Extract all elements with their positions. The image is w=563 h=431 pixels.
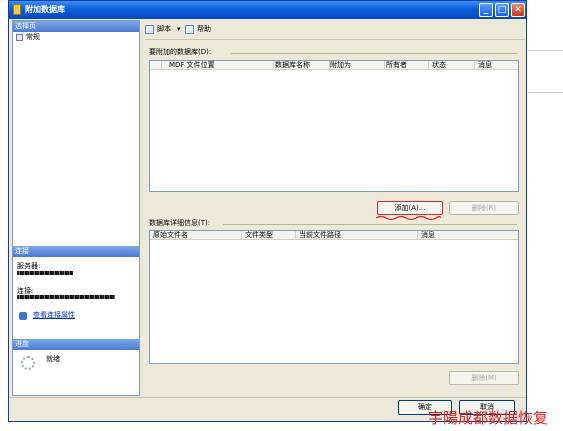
connection-value-redacted [17, 295, 115, 299]
remove-file-button[interactable]: 删除(M) [449, 371, 519, 385]
column-owner[interactable]: 所有者 [383, 61, 429, 70]
view-connection-properties-link[interactable]: 查看连接属性 [33, 311, 75, 320]
toolbar-separator [145, 39, 525, 40]
red-underline-annotation [375, 215, 441, 221]
left-pane: 选择页 常规 连接 服务器: 连接: 查看连接属性 进度 就绪 [12, 20, 140, 396]
script-icon [145, 25, 154, 34]
window-title: 附加数据库 [25, 5, 65, 14]
minimize-button[interactable]: _ [479, 3, 493, 17]
database-details-label: 数据库详细信息(T): [149, 219, 211, 227]
maximize-button[interactable]: □ [495, 3, 509, 17]
select-page-header: 选择页 [13, 21, 139, 32]
toolbar: 脚本 ▾ 帮助 [145, 23, 235, 37]
script-button[interactable]: 脚本 [157, 25, 171, 34]
server-value-redacted [17, 271, 73, 275]
attach-grid-header: MDF 文件位置 数据库名称 附加为 所有者 状态 消息 [150, 61, 518, 70]
background-edge-line [528, 92, 563, 93]
column-file-type[interactable]: 文件类型 [242, 231, 296, 240]
database-details-grid[interactable]: 原始文件名 文件类型 当前文件路径 消息 [149, 230, 519, 364]
page-icon [16, 34, 23, 41]
page-item-label: 常规 [26, 33, 40, 41]
watermark-text: 宇陽成都数据恢复 [428, 409, 549, 427]
database-icon [13, 4, 21, 15]
footer-separator [9, 397, 526, 398]
add-button[interactable]: 添加(A)... [377, 201, 443, 215]
column-mdf-location[interactable]: MDF 文件位置 [166, 61, 274, 70]
column-status[interactable]: 状态 [429, 61, 475, 70]
title-bar[interactable]: 附加数据库 _ □ ✕ [9, 1, 526, 19]
column-attach-as[interactable]: 附加为 [327, 61, 385, 70]
script-dropdown-arrow[interactable]: ▾ [177, 25, 181, 34]
background-edge-line [528, 50, 563, 51]
help-icon [185, 25, 194, 34]
help-button[interactable]: 帮助 [197, 25, 211, 34]
progress-header: 进度 [13, 339, 139, 350]
grid-row-selector-header [150, 61, 162, 70]
details-label-line [223, 224, 517, 225]
column-details-message[interactable]: 消息 [418, 231, 518, 240]
connection-properties-icon [19, 312, 27, 320]
connection-header: 连接 [13, 246, 139, 257]
column-database-name[interactable]: 数据库名称 [272, 61, 330, 70]
attach-label-line [231, 53, 517, 54]
server-label: 服务器: [17, 262, 41, 270]
column-current-file-path[interactable]: 当前文件路径 [296, 231, 418, 240]
column-original-file-name[interactable]: 原始文件名 [150, 231, 242, 240]
details-grid-header: 原始文件名 文件类型 当前文件路径 消息 [150, 231, 518, 240]
remove-database-button[interactable]: 删除(R) [449, 201, 519, 215]
attach-databases-label: 要附加的数据库(D): [149, 48, 212, 56]
progress-status: 就绪 [46, 355, 60, 363]
progress-spinner-icon [21, 356, 35, 370]
close-button[interactable]: ✕ [511, 3, 525, 17]
attach-databases-grid[interactable]: MDF 文件位置 数据库名称 附加为 所有者 状态 消息 [149, 60, 519, 192]
attach-database-dialog: 附加数据库 _ □ ✕ 选择页 常规 连接 服务器: 连接: 查看连接属性 进度… [8, 0, 527, 422]
column-message[interactable]: 消息 [475, 61, 518, 70]
